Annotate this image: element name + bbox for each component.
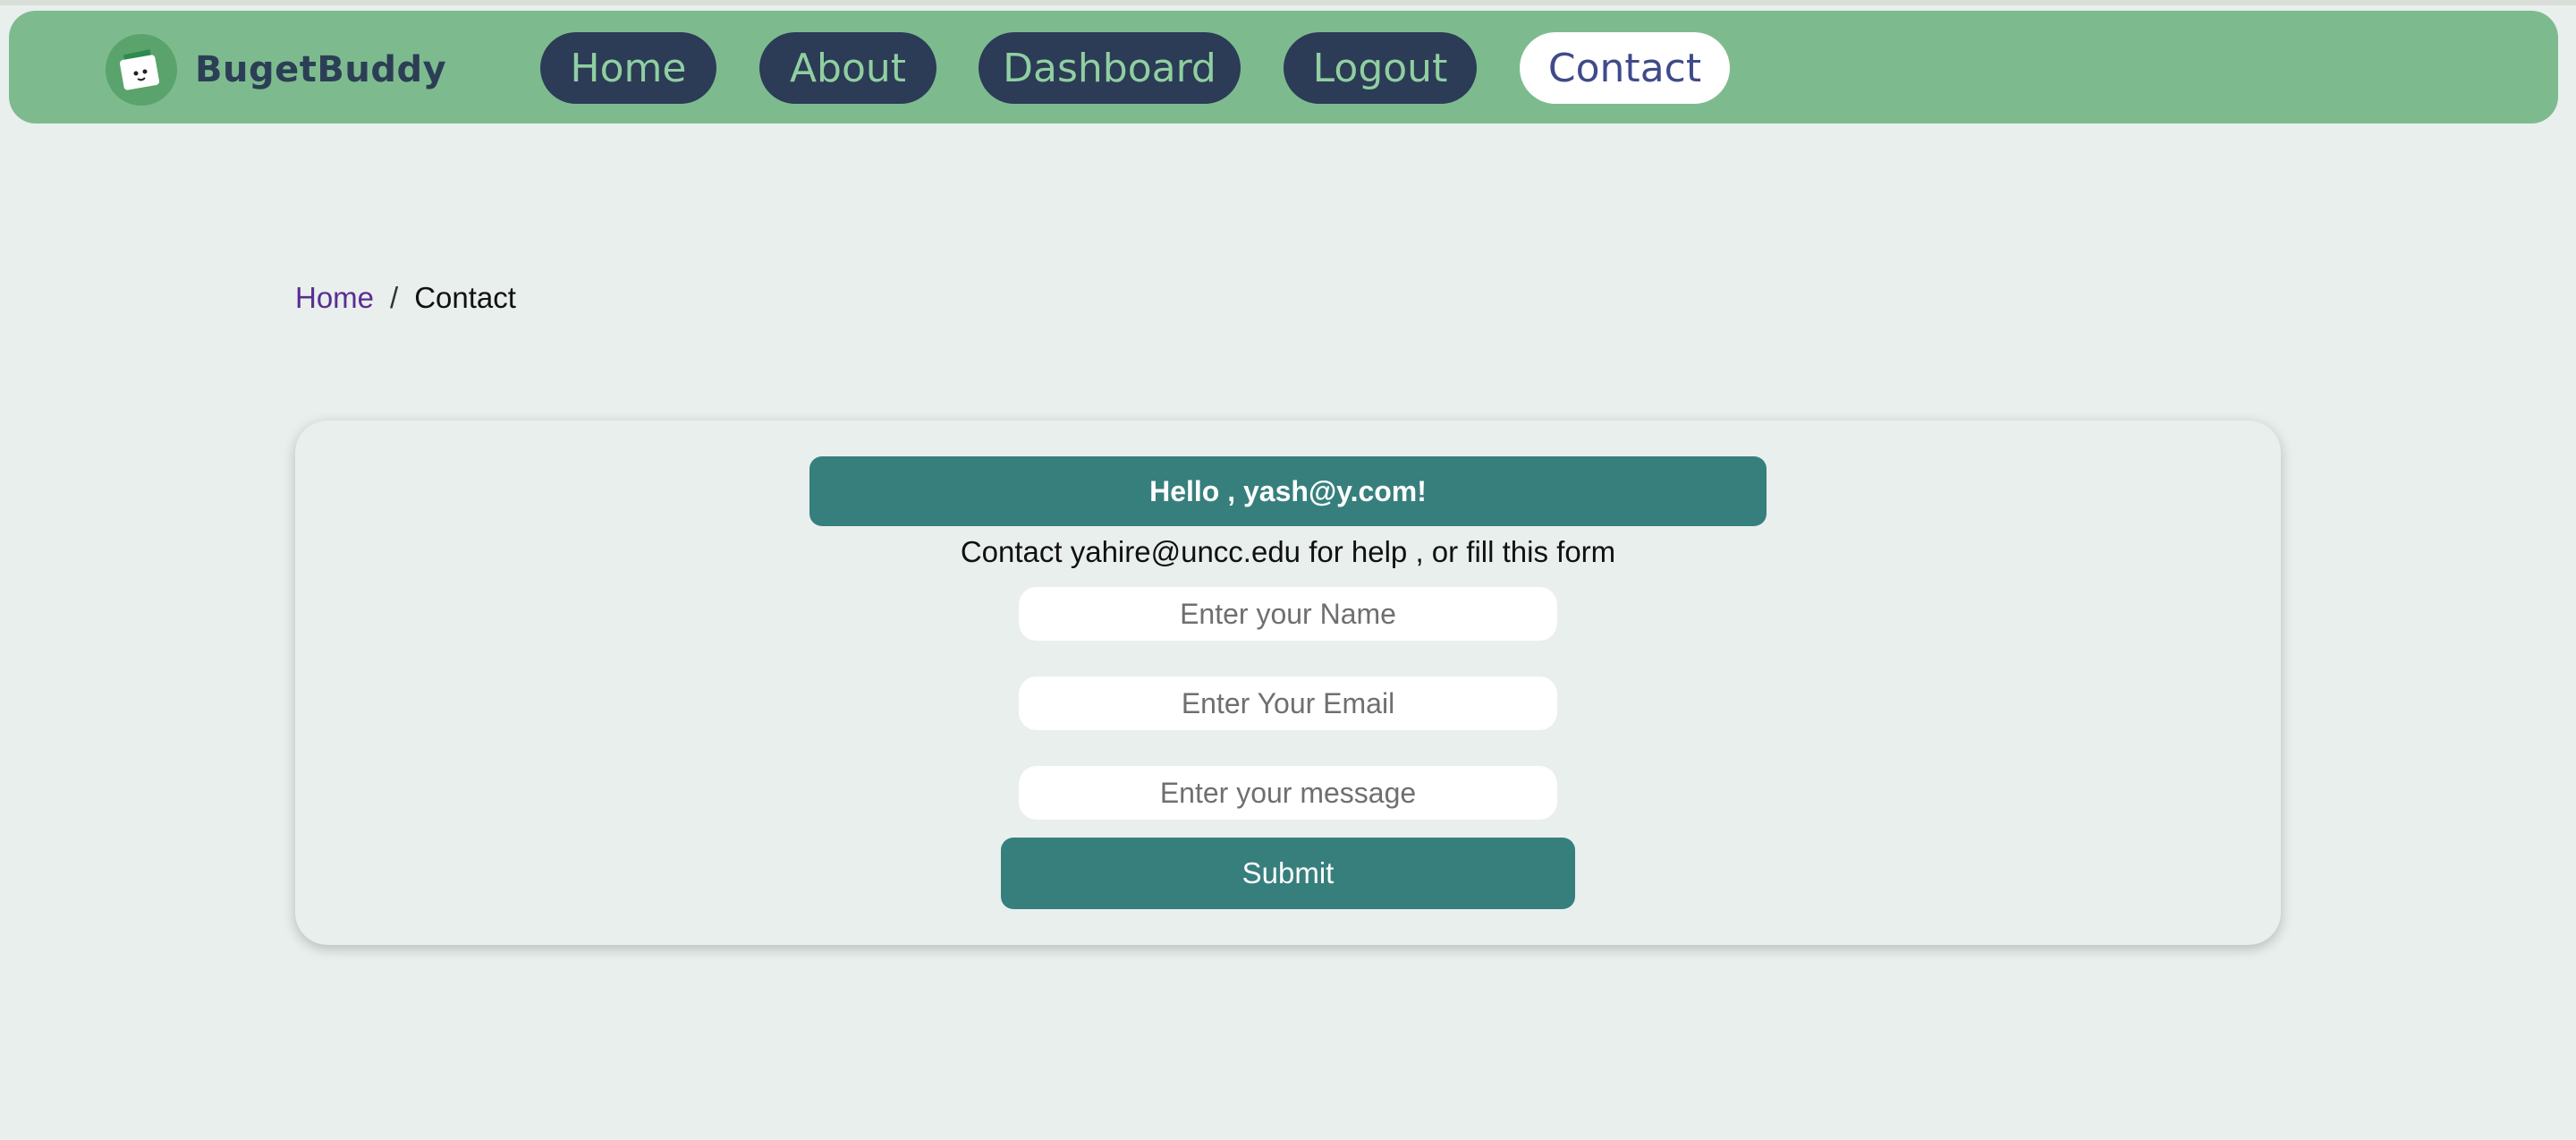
nav-contact-button[interactable]: Contact (1520, 32, 1730, 104)
nav-home-button[interactable]: Home (540, 32, 716, 104)
message-input[interactable] (1019, 766, 1557, 820)
contact-card: Hello , yash@y.com! Contact yahire@uncc.… (295, 421, 2281, 945)
brand-name: BugetBuddy (195, 49, 447, 90)
wallet-money-icon (106, 34, 177, 106)
nav-dashboard-button[interactable]: Dashboard (979, 32, 1241, 104)
breadcrumb: Home / Contact (295, 281, 516, 315)
nav-logout-button[interactable]: Logout (1284, 32, 1477, 104)
help-text: Contact yahire@uncc.edu for help , or fi… (960, 535, 1616, 568)
window-top-edge (0, 0, 2576, 5)
email-input[interactable] (1019, 676, 1557, 730)
breadcrumb-current: Contact (414, 281, 516, 314)
breadcrumb-home-link[interactable]: Home (295, 281, 374, 315)
nav-about-button[interactable]: About (759, 32, 936, 104)
navbar: BugetBuddy Home About Dashboard Logout C… (9, 11, 2558, 123)
name-input[interactable] (1019, 587, 1557, 641)
breadcrumb-separator: / (390, 281, 399, 314)
brand[interactable]: BugetBuddy (106, 34, 446, 106)
greeting-banner: Hello , yash@y.com! (809, 456, 1767, 526)
submit-button[interactable]: Submit (1001, 838, 1575, 909)
